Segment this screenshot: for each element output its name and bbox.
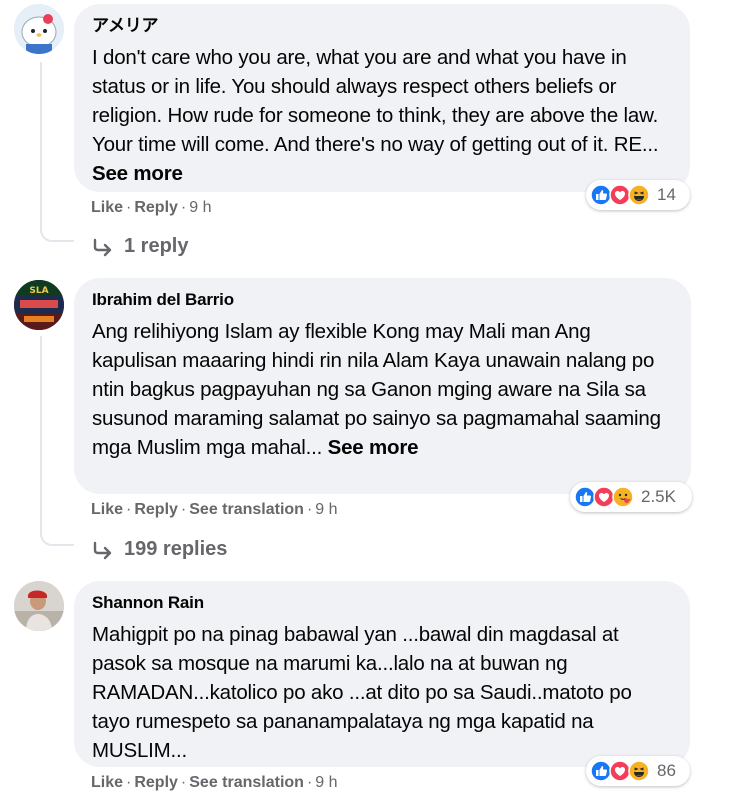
reaction-summary[interactable]: 14 [586, 180, 690, 210]
comment-bubble: Ibrahim del Barrio Ang relihiyong Islam … [74, 278, 691, 494]
comment-author[interactable]: Ibrahim del Barrio [92, 289, 673, 311]
reaction-count: 86 [657, 761, 676, 780]
thread-connector [40, 224, 74, 242]
avatar[interactable] [14, 4, 64, 54]
care-reaction-icon [612, 486, 634, 508]
comment-actions: Like · Reply · See translation · 9 h [91, 774, 338, 791]
haha-reaction-icon [628, 760, 650, 782]
view-replies-link[interactable]: 1 reply [92, 235, 188, 258]
thread-line [40, 336, 42, 534]
reply-arrow-icon [93, 541, 112, 559]
thread-connector [40, 528, 74, 546]
comment-body: I don't care who you are, what you are a… [92, 46, 659, 156]
haha-reaction-icon [628, 184, 650, 206]
comment-time[interactable]: 9 h [315, 501, 337, 518]
comment-actions: Like · Reply · 9 h [91, 199, 212, 216]
see-more-link[interactable]: See more [328, 436, 419, 459]
reply-arrow-icon [93, 238, 112, 256]
like-button[interactable]: Like [91, 774, 123, 791]
comment-text: I don't care who you are, what you are a… [92, 43, 672, 188]
comment-time[interactable]: 9 h [315, 774, 337, 791]
avatar[interactable] [14, 581, 64, 631]
see-translation-link[interactable]: See translation [189, 501, 304, 518]
reply-button[interactable]: Reply [134, 774, 178, 791]
reaction-count: 2.5K [641, 487, 676, 506]
replies-count[interactable]: 199 replies [124, 538, 227, 561]
comment-actions: Like · Reply · See translation · 9 h [91, 501, 338, 518]
see-translation-link[interactable]: See translation [189, 774, 304, 791]
see-more-link[interactable]: See more [92, 162, 183, 185]
avatar[interactable]: SLA [14, 280, 64, 330]
replies-count[interactable]: 1 reply [124, 235, 188, 258]
like-button[interactable]: Like [91, 199, 123, 216]
reaction-summary[interactable]: 86 [586, 756, 690, 786]
comment-bubble: アメリア I don't care who you are, what you … [74, 4, 690, 192]
comment-text: Ang relihiyong Islam ay flexible Kong ma… [92, 317, 673, 462]
reaction-summary[interactable]: 2.5K [570, 482, 692, 512]
avatar-text: SLA [29, 286, 48, 296]
comment-time[interactable]: 9 h [189, 199, 211, 216]
comment-text: Mahigpit po na pinag babawal yan ...bawa… [92, 620, 672, 765]
view-replies-link[interactable]: 199 replies [92, 538, 227, 561]
comment-body: Mahigpit po na pinag babawal yan ...bawa… [92, 623, 632, 762]
reply-button[interactable]: Reply [134, 199, 178, 216]
comment-author[interactable]: Shannon Rain [92, 592, 672, 614]
comment-bubble: Shannon Rain Mahigpit po na pinag babawa… [74, 581, 690, 767]
reaction-count: 14 [657, 185, 676, 204]
thread-line [40, 62, 42, 232]
like-button[interactable]: Like [91, 501, 123, 518]
comment-author[interactable]: アメリア [92, 15, 672, 37]
reply-button[interactable]: Reply [134, 501, 178, 518]
